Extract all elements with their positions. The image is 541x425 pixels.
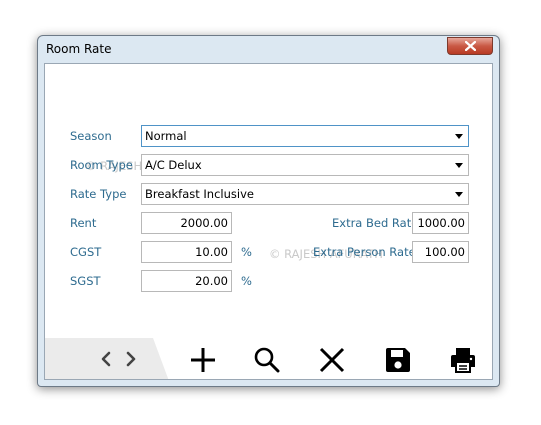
season-select[interactable]: Normal [141, 125, 469, 147]
plus-icon [191, 348, 215, 372]
extra-person-rate-input[interactable]: 100.00 [412, 241, 469, 263]
extra-person-rate-label: Extra Person Rate [313, 245, 416, 259]
season-label: Season [70, 129, 112, 143]
dropdown-arrow-icon [455, 163, 463, 168]
close-icon [465, 41, 476, 51]
add-button[interactable] [190, 347, 216, 377]
room-type-select[interactable]: A/C Delux [141, 154, 469, 176]
toolbar [45, 338, 492, 379]
dropdown-arrow-icon [455, 134, 463, 139]
rent-input[interactable]: 2000.00 [141, 212, 232, 234]
save-icon [386, 348, 410, 372]
chevron-left-icon [101, 351, 111, 367]
sgst-label: SGST [70, 274, 101, 288]
season-value: Normal [145, 129, 187, 143]
extra-bed-rate-input[interactable]: 1000.00 [412, 212, 469, 234]
print-button[interactable] [450, 347, 476, 377]
cgst-percent-sign: % [241, 245, 252, 259]
room-rate-window: Room Rate © RAJESH AFURATH © RAJESH AFUR… [37, 35, 500, 387]
print-icon [451, 348, 475, 373]
cgst-label: CGST [70, 245, 102, 259]
room-type-value: A/C Delux [145, 158, 202, 172]
save-button[interactable] [385, 347, 411, 377]
extra-bed-rate-label: Extra Bed Rate [332, 216, 419, 230]
rent-label: Rent [70, 216, 97, 230]
room-type-label: Room Type [70, 158, 133, 172]
sgst-percent-sign: % [241, 274, 252, 288]
sgst-input[interactable]: 20.00 [141, 270, 232, 292]
chevron-right-icon [126, 351, 136, 367]
rate-type-label: Rate Type [70, 187, 127, 201]
window-title: Room Rate [46, 42, 112, 56]
dropdown-arrow-icon [455, 192, 463, 197]
rate-type-select[interactable]: Breakfast Inclusive [141, 183, 469, 205]
title-bar[interactable]: Room Rate [38, 36, 499, 63]
delete-button[interactable] [319, 347, 345, 377]
search-icon [254, 347, 280, 373]
close-icon [319, 347, 345, 373]
rate-type-value: Breakfast Inclusive [145, 187, 254, 201]
window-close-button[interactable] [447, 37, 493, 55]
previous-record-button[interactable] [100, 351, 112, 371]
next-record-button[interactable] [125, 351, 137, 371]
form-panel: © RAJESH AFURATH © RAJESH AFURATH Season… [44, 63, 493, 380]
search-button[interactable] [254, 347, 280, 377]
cgst-input[interactable]: 10.00 [141, 241, 232, 263]
